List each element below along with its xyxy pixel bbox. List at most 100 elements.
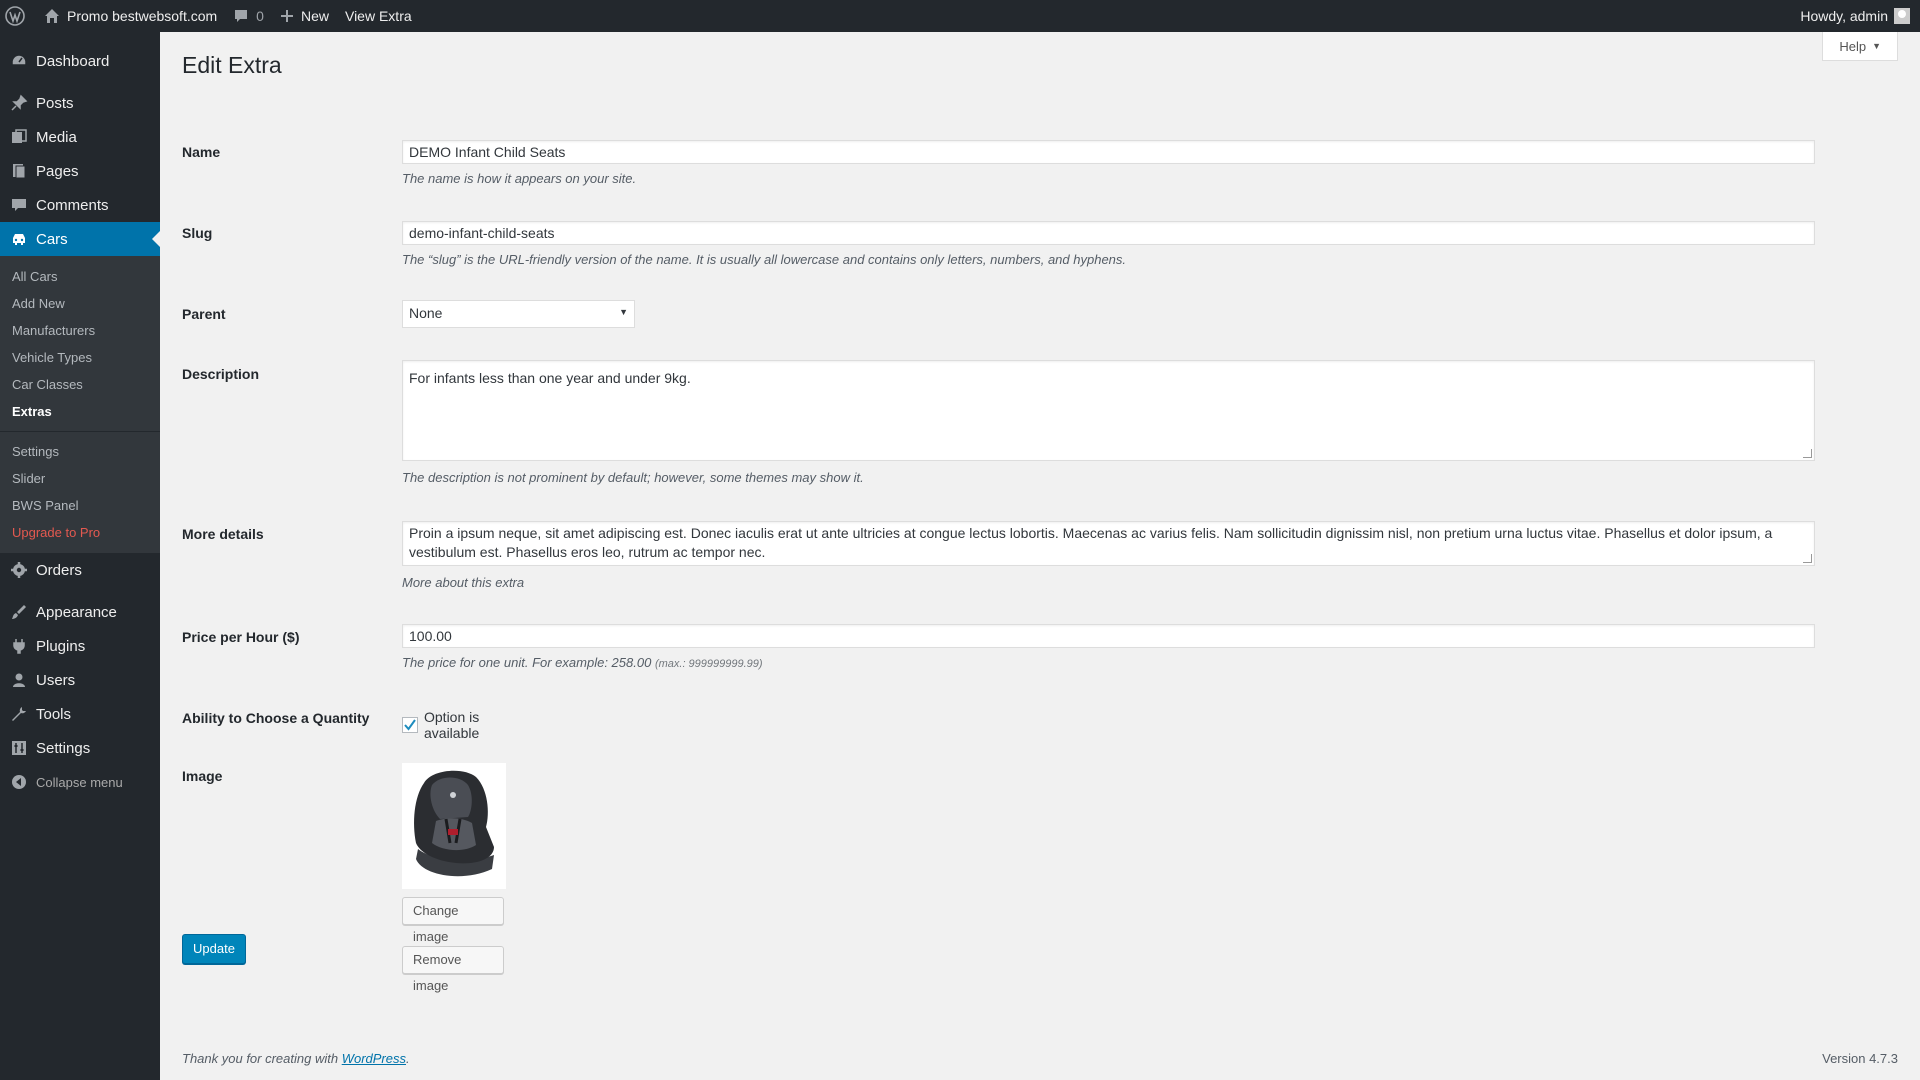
settings-icon xyxy=(12,741,26,755)
collapse-menu-button[interactable]: Collapse menu xyxy=(0,765,160,799)
more-details-label: More details xyxy=(182,526,264,542)
submenu-settings[interactable]: Settings xyxy=(0,438,160,465)
car-icon xyxy=(13,234,25,245)
price-input[interactable]: 100.00 xyxy=(402,624,1815,648)
menu-appearance[interactable]: Appearance xyxy=(0,595,160,629)
menu-comments[interactable]: Comments xyxy=(0,188,160,222)
submenu-extras[interactable]: Extras xyxy=(0,398,160,425)
menu-plugins[interactable]: Plugins xyxy=(0,629,160,663)
cars-submenu: All Cars Add New Manufacturers Vehicle T… xyxy=(0,256,160,553)
wordpress-logo-icon[interactable] xyxy=(0,0,36,32)
chevron-down-icon: ▼ xyxy=(1872,41,1881,51)
price-label: Price per Hour ($) xyxy=(182,629,300,645)
description-label: Description xyxy=(182,366,260,382)
help-tab[interactable]: Help ▼ xyxy=(1822,32,1898,61)
change-image-button[interactable]: Change image xyxy=(402,897,504,944)
submit-row: Update xyxy=(182,934,246,964)
submenu-car-classes[interactable]: Car Classes xyxy=(0,371,160,398)
new-label: New xyxy=(300,8,329,24)
parent-select[interactable]: None ▼ xyxy=(402,300,635,328)
menu-label: Collapse menu xyxy=(36,774,123,790)
page-title: Edit Extra xyxy=(182,52,282,78)
submenu-separator xyxy=(0,431,160,432)
footer-period: . xyxy=(406,1051,410,1066)
parent-label: Parent xyxy=(182,306,226,322)
menu-dashboard[interactable]: Dashboard xyxy=(0,44,160,78)
menu-orders[interactable]: Orders xyxy=(0,553,160,587)
price-description: The price for one unit. For example: 258… xyxy=(402,655,1815,670)
avatar xyxy=(1894,8,1910,24)
menu-label: Plugins xyxy=(36,637,86,655)
wordpress-link[interactable]: WordPress xyxy=(342,1051,406,1066)
name-description: The name is how it appears on your site. xyxy=(402,171,637,186)
wrench-icon xyxy=(12,707,26,721)
dropdown-arrow-icon: ▼ xyxy=(619,307,628,317)
submenu-add-new[interactable]: Add New xyxy=(0,290,160,317)
menu-tools[interactable]: Tools xyxy=(0,697,160,731)
menu-cars[interactable]: Cars xyxy=(0,222,160,256)
menu-posts[interactable]: Posts xyxy=(0,86,160,120)
submenu-upgrade-to-pro[interactable]: Upgrade to Pro xyxy=(0,519,160,546)
menu-media[interactable]: Media xyxy=(0,120,160,154)
comments-link[interactable]: 0 xyxy=(225,0,272,32)
quantity-label: Ability to Choose a Quantity xyxy=(182,710,370,726)
view-extra-link[interactable]: View Extra xyxy=(337,0,420,32)
submenu-vehicle-types[interactable]: Vehicle Types xyxy=(0,344,160,371)
menu-label: Users xyxy=(36,671,76,689)
submenu-manufacturers[interactable]: Manufacturers xyxy=(0,317,160,344)
menu-label: Pages xyxy=(36,162,79,180)
quantity-option[interactable]: Option is available xyxy=(402,709,479,741)
more-details-textarea[interactable]: Proin a ipsum neque, sit amet adipiscing… xyxy=(402,521,1815,566)
parent-selected-value: None xyxy=(409,305,443,321)
update-button[interactable]: Update xyxy=(182,934,246,964)
site-name: Promo bestwebsoft.com xyxy=(67,8,218,24)
footer-thanks: Thank you for creating with WordPress. xyxy=(182,1051,410,1066)
submenu-all-cars[interactable]: All Cars xyxy=(0,263,160,290)
slug-input[interactable]: demo-infant-child-seats xyxy=(402,221,1815,245)
menu-label: Media xyxy=(36,128,77,146)
submenu-slider[interactable]: Slider xyxy=(0,465,160,492)
name-input[interactable]: DEMO Infant Child Seats xyxy=(402,140,1815,164)
comments-count: 0 xyxy=(256,8,264,24)
gear-icon xyxy=(11,562,27,578)
footer-thanks-text: Thank you for creating with xyxy=(182,1051,342,1066)
account-menu[interactable]: Howdy, admin xyxy=(1792,0,1920,32)
brush-icon xyxy=(12,605,26,619)
menu-label: Appearance xyxy=(36,603,117,621)
comment-bubble-icon xyxy=(235,10,248,22)
menu-settings[interactable]: Settings xyxy=(0,731,160,765)
description-help: The description is not prominent by defa… xyxy=(402,470,864,485)
footer: Thank you for creating with WordPress. V… xyxy=(182,1051,1898,1066)
new-content-link[interactable]: New xyxy=(272,0,337,32)
plus-icon xyxy=(280,10,293,22)
quantity-checkbox[interactable] xyxy=(402,717,418,733)
slug-description: The “slug” is the URL-friendly version o… xyxy=(402,252,1127,267)
plug-icon xyxy=(13,639,25,654)
collapse-icon xyxy=(12,775,26,789)
submenu-bws-panel[interactable]: BWS Panel xyxy=(0,492,160,519)
image-label: Image xyxy=(182,768,223,784)
menu-pages[interactable]: Pages xyxy=(0,154,160,188)
menu-label: Tools xyxy=(36,705,72,723)
price-max-text: (max.: 999999999.99) xyxy=(654,658,763,670)
menu-label: Cars xyxy=(36,230,68,248)
pages-icon xyxy=(13,164,26,179)
howdy-text: Howdy, admin xyxy=(1800,8,1888,24)
pin-icon xyxy=(11,94,28,111)
home-icon xyxy=(45,9,59,23)
menu-label: Settings xyxy=(36,739,91,757)
site-name-link[interactable]: Promo bestwebsoft.com xyxy=(36,0,225,32)
car-seat-image xyxy=(402,763,506,889)
version-text: Version 4.7.3 xyxy=(1822,1051,1898,1066)
help-label: Help xyxy=(1839,38,1867,54)
comments-icon xyxy=(12,199,26,211)
user-icon xyxy=(13,673,25,687)
menu-label: Comments xyxy=(36,196,109,214)
admin-bar: Promo bestwebsoft.com 0 New View Extra H… xyxy=(0,0,1920,32)
remove-image-button[interactable]: Remove image xyxy=(402,946,504,993)
menu-users[interactable]: Users xyxy=(0,663,160,697)
view-extra-label: View Extra xyxy=(344,8,412,24)
menu-label: Dashboard xyxy=(36,52,110,70)
menu-label: Orders xyxy=(36,561,82,579)
description-textarea[interactable]: For infants less than one year and under… xyxy=(402,360,1815,461)
